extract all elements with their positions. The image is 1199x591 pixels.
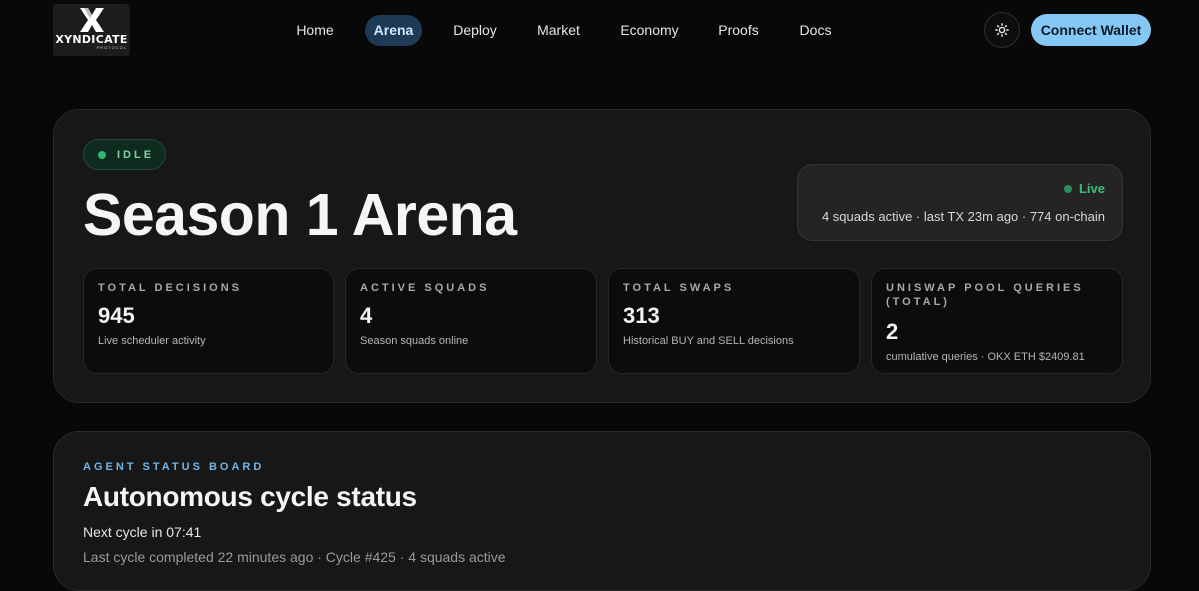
stat-label: TOTAL DECISIONS [98, 282, 243, 294]
nav-home[interactable]: Home [288, 15, 342, 46]
stat-label: UNISWAP POOL QUERIES (TOTAL) [886, 282, 1084, 308]
board-eyebrow: AGENT STATUS BOARD [83, 461, 265, 473]
board-title: Autonomous cycle status [83, 481, 417, 512]
live-dot-icon [1063, 184, 1072, 193]
live-label: Live [1078, 181, 1105, 196]
connect-wallet-button[interactable]: Connect Wallet [1031, 14, 1151, 46]
stat-value: 4 [360, 303, 373, 328]
nav-proofs[interactable]: Proofs [710, 15, 767, 46]
last-cycle-summary: Last cycle completed 22 minutes ago · Cy… [83, 549, 506, 565]
nav-economy[interactable]: Economy [612, 15, 687, 46]
stat-value: 945 [98, 303, 135, 328]
live-status-panel: Live 4 squads active · last TX 23m ago ·… [797, 164, 1123, 241]
sun-icon [995, 23, 1009, 37]
stat-value: 2 [886, 319, 899, 344]
stat-description: cumulative queries · OKX ETH $2409.81 [886, 351, 1085, 363]
theme-toggle-button[interactable] [984, 12, 1020, 48]
status-dot-icon [98, 150, 106, 159]
agent-status-board: AGENT STATUS BOARD Autonomous cycle stat… [53, 431, 1151, 591]
status-badge: IDLE [83, 139, 166, 170]
stat-value: 313 [623, 303, 660, 328]
stat-description: Historical BUY and SELL decisions [623, 335, 794, 347]
nav-deploy[interactable]: Deploy [445, 15, 505, 46]
stat-card-uniswap-pool-queries: UNISWAP POOL QUERIES (TOTAL) 2 cumulativ… [871, 268, 1123, 374]
stat-card-total-decisions: TOTAL DECISIONS 945 Live scheduler activ… [83, 268, 334, 374]
live-indicator: Live [1063, 181, 1105, 196]
live-detail: 4 squads active · last TX 23m ago · 774 … [821, 209, 1105, 224]
status-text: IDLE [117, 148, 155, 161]
top-navigation-bar: XYNDICATE PROTOCOL Home Arena Deploy Mar… [0, 0, 1199, 62]
stat-description: Live scheduler activity [98, 335, 206, 347]
stat-card-active-squads: ACTIVE SQUADS 4 Season squads online [345, 268, 597, 374]
nav-market[interactable]: Market [528, 15, 589, 46]
season-hero-card: IDLE Season 1 Arena Live 4 squads active… [53, 109, 1151, 403]
stat-label: ACTIVE SQUADS [360, 282, 490, 294]
stat-description: Season squads online [360, 335, 469, 347]
nav-docs[interactable]: Docs [790, 15, 841, 46]
stat-label: TOTAL SWAPS [623, 282, 735, 294]
nav-arena[interactable]: Arena [365, 15, 422, 46]
page-title: Season 1 Arena [83, 182, 517, 248]
stat-card-total-swaps: TOTAL SWAPS 313 Historical BUY and SELL … [608, 268, 860, 374]
next-cycle-countdown: Next cycle in 07:41 [83, 524, 202, 540]
